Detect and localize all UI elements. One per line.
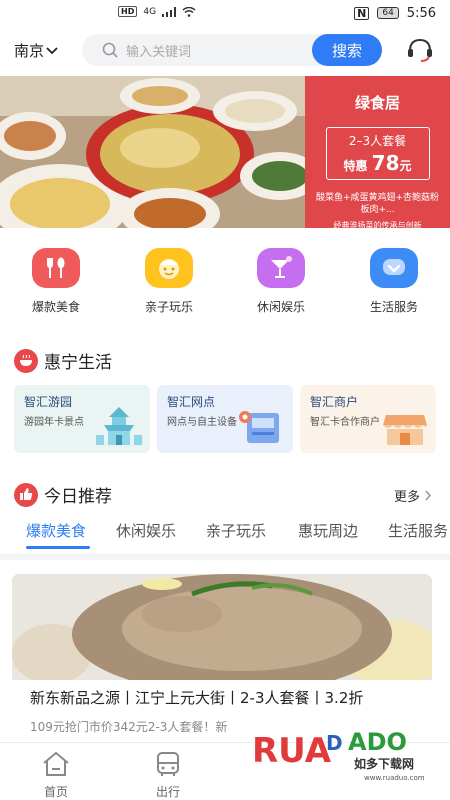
search-button[interactable]: 搜索 [312, 34, 382, 66]
deal-food-photo [12, 574, 432, 680]
category-family[interactable]: 亲子玩乐 [129, 248, 209, 315]
tab-family[interactable]: 亲子玩乐 [206, 520, 266, 541]
banner-food-photo [0, 76, 310, 228]
fork-spoon-icon [32, 248, 80, 288]
search-icon [102, 42, 118, 58]
bus-icon [157, 752, 179, 776]
chevron-right-icon [425, 490, 432, 501]
svg-text:www.ruaduo.com: www.ruaduo.com [364, 774, 425, 782]
service-card-merchant[interactable]: 智汇商户 智汇卡合作商户 [300, 385, 436, 453]
service-card-park[interactable]: 智汇游园 游园年卡景点 [14, 385, 150, 453]
bowl-icon [14, 348, 38, 373]
cocktail-icon [257, 248, 305, 288]
category-label: 亲子玩乐 [144, 300, 193, 314]
active-tab-indicator [26, 546, 90, 549]
svg-text:RUA: RUA [252, 731, 332, 771]
shop-icon [383, 415, 427, 445]
category-life-service[interactable]: 生活服务 [354, 248, 434, 315]
banner-tagline: 经典淮扬菜的传承与创新 [333, 221, 422, 228]
banner-deal-box: 2–3人套餐 特惠 78元 [325, 127, 430, 180]
home-icon [43, 751, 69, 776]
banner-deal-price: 78 [371, 151, 400, 175]
banner-title: 绿食居 [354, 94, 400, 112]
search-placeholder: 输入关键词 [126, 44, 192, 60]
wifi-icon [182, 6, 196, 17]
more-link[interactable]: 更多 [394, 486, 432, 505]
signal-icon [162, 6, 177, 17]
status-bar: HD 4G N 64 5:56 [0, 0, 450, 26]
banner-deal-unit: 元 [399, 159, 412, 173]
tab-nearby[interactable]: 惠玩周边 [298, 520, 358, 541]
atm-device-icon [239, 411, 279, 443]
category-label: 爆款美食 [31, 300, 80, 314]
banner-offer-panel: 绿食居 2–3人套餐 特惠 78元 酸菜鱼+咸蛋黄鸡翅+杏鲍菇粉板肉+... 经… [305, 76, 450, 228]
svg-text:ADO: ADO [348, 728, 407, 756]
section-title-text: 今日推荐 [44, 487, 112, 507]
customer-service-icon[interactable] [405, 36, 435, 64]
city-selector[interactable]: 南京 [14, 40, 58, 61]
svg-text:D: D [326, 731, 343, 755]
deal-title: 新东新品之源丨江宁上元大街丨2-3人套餐丨3.2折 [30, 689, 364, 707]
nav-label: 出行 [155, 785, 180, 799]
svg-text:如多下载网: 如多下载网 [354, 756, 414, 771]
nav-travel[interactable]: 出行 [138, 751, 198, 800]
nfc-icon: N [354, 6, 370, 20]
banner-deal-prefix: 特惠 [343, 159, 368, 173]
tabs-divider [0, 554, 450, 560]
city-label: 南京 [14, 42, 45, 60]
status-signal-group: HD 4G [118, 6, 196, 17]
deal-card[interactable]: 新东新品之源丨江宁上元大街丨2-3人套餐丨3.2折 109元抢门市价342元2-… [12, 574, 432, 738]
status-time: 5:56 [406, 5, 436, 21]
chevron-down-icon [46, 46, 58, 54]
banner-deal-label: 2–3人套餐 [348, 134, 407, 148]
tab-hot-food[interactable]: 爆款美食 [26, 520, 86, 541]
service-card-branch[interactable]: 智汇网点 网点与自主设备 [157, 385, 293, 453]
battery-indicator: 64 [377, 7, 399, 19]
child-face-icon [145, 248, 193, 288]
ruandado-watermark-logo: RUA D ADO 如多下载网 www.ruaduo.com [252, 728, 425, 782]
thumbs-up-icon [14, 482, 38, 507]
promo-banner[interactable]: 绿食居 2–3人套餐 特惠 78元 酸菜鱼+咸蛋黄鸡翅+杏鲍菇粉板肉+... 经… [0, 76, 450, 228]
nav-label: 首页 [43, 785, 68, 799]
banner-deal-price-line: 特惠 78元 [327, 151, 429, 175]
section-title-life: 惠宁生活 [14, 348, 112, 373]
category-food[interactable]: 爆款美食 [16, 248, 96, 315]
category-grid: 爆款美食 亲子玩乐 休闲娱乐 生活服务 [0, 248, 450, 318]
tab-leisure[interactable]: 休闲娱乐 [116, 520, 176, 541]
banner-description: 酸菜鱼+咸蛋黄鸡翅+杏鲍菇粉板肉+... [315, 193, 440, 215]
section-title-recommend: 今日推荐 [14, 482, 112, 507]
hd-badge: HD [118, 6, 138, 17]
tab-life-service[interactable]: 生活服务 [388, 520, 448, 541]
category-label: 休闲娱乐 [256, 300, 305, 314]
heart-chat-icon [370, 248, 418, 288]
recommend-tabs: 爆款美食 休闲娱乐 亲子玩乐 惠玩周边 生活服务 [0, 520, 450, 554]
network-type: 4G [143, 6, 157, 17]
category-leisure[interactable]: 休闲娱乐 [241, 248, 321, 315]
category-label: 生活服务 [369, 300, 418, 314]
pagoda-icon [96, 407, 142, 445]
more-label: 更多 [394, 490, 421, 505]
header: 南京 输入关键词 搜索 [0, 30, 450, 70]
section-title-text: 惠宁生活 [44, 353, 112, 373]
nav-home[interactable]: 首页 [26, 751, 86, 800]
